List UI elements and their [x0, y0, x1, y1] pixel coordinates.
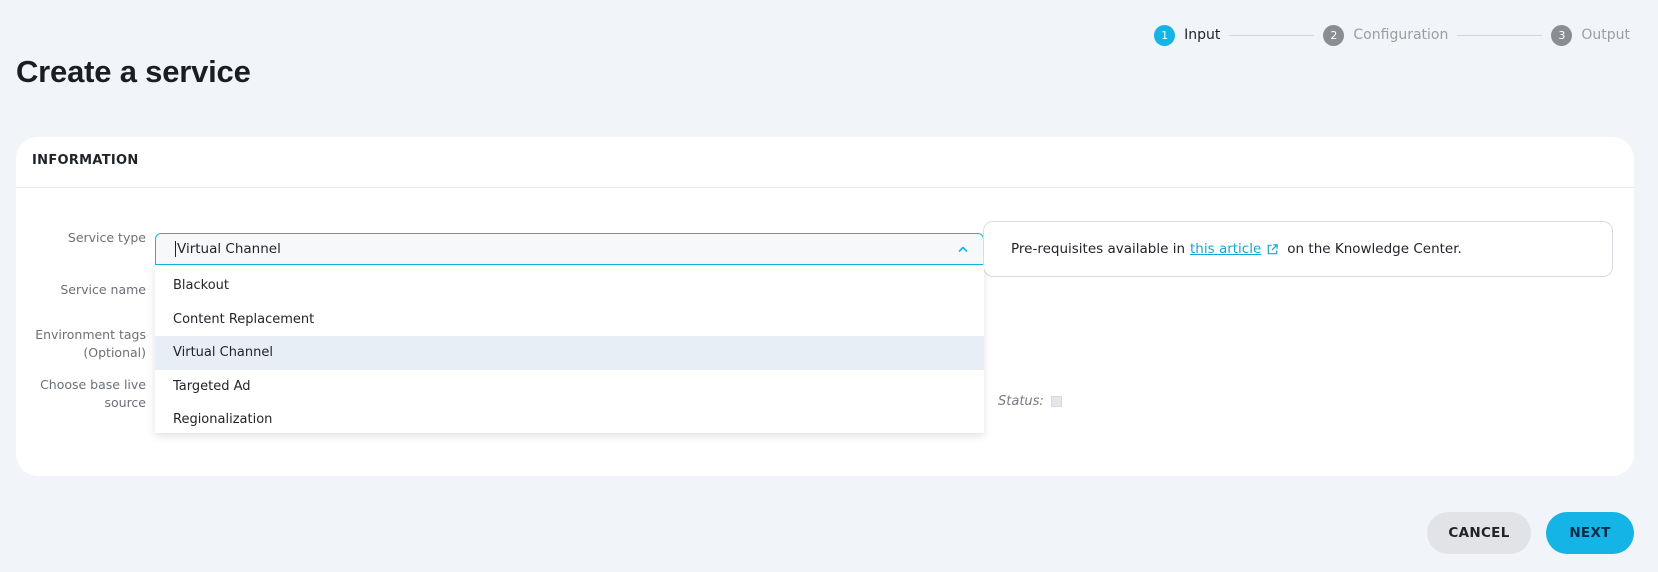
option-virtual-channel[interactable]: Virtual Channel: [155, 336, 984, 370]
next-button[interactable]: NEXT: [1546, 512, 1634, 554]
option-targeted-ad[interactable]: Targeted Ad: [155, 370, 984, 404]
cancel-button[interactable]: CANCEL: [1427, 512, 1531, 554]
page-title: Create a service: [16, 54, 251, 89]
step-number: 3: [1551, 24, 1573, 46]
information-card: INFORMATION Service type Service name En…: [16, 137, 1634, 476]
info-prefix: Pre-requisites available in: [1011, 241, 1186, 257]
environment-tags-label-line2: (Optional): [83, 345, 146, 360]
stepper: 1 Input 2 Configuration 3 Output: [1154, 24, 1630, 46]
step-connector: [1457, 34, 1543, 36]
step-connector: [1229, 34, 1315, 36]
status-indicator: Status:: [998, 394, 1062, 409]
step-number: 1: [1154, 24, 1176, 46]
step-number: 2: [1323, 24, 1345, 46]
step-output: 3 Output: [1551, 24, 1630, 46]
article-link[interactable]: this article: [1190, 241, 1261, 257]
status-label: Status:: [998, 394, 1044, 409]
card-header: INFORMATION: [16, 137, 1634, 188]
option-blackout[interactable]: Blackout: [155, 269, 984, 303]
service-name-label: Service name: [60, 282, 146, 297]
base-live-source-label-line1: Choose base live: [40, 377, 146, 392]
text-caret: [175, 241, 176, 257]
base-live-source-label-line2: source: [104, 395, 146, 410]
step-label: Configuration: [1353, 27, 1449, 43]
prerequisites-info: Pre-requisites available in this article…: [983, 221, 1613, 277]
status-checkbox: [1050, 396, 1062, 407]
option-content-replacement[interactable]: Content Replacement: [155, 303, 984, 337]
external-link-icon[interactable]: [1266, 243, 1279, 256]
info-suffix: on the Knowledge Center.: [1287, 241, 1462, 257]
service-type-label: Service type: [67, 230, 146, 245]
step-configuration: 2 Configuration: [1323, 24, 1449, 46]
service-type-value: Virtual Channel: [177, 241, 281, 257]
step-label: Output: [1581, 27, 1630, 43]
service-type-select[interactable]: Virtual Channel: [155, 233, 984, 265]
step-label: Input: [1184, 27, 1221, 43]
option-regionalization[interactable]: Regionalization: [155, 403, 984, 437]
environment-tags-label-line1: Environment tags: [35, 327, 146, 342]
step-input: 1 Input: [1154, 24, 1221, 46]
service-type-dropdown: Blackout Content Replacement Virtual Cha…: [155, 265, 984, 433]
environment-tags-label: Environment tags (Optional): [24, 326, 146, 362]
base-live-source-label: Choose base live source: [24, 376, 146, 412]
chevron-up-icon[interactable]: [957, 243, 969, 255]
